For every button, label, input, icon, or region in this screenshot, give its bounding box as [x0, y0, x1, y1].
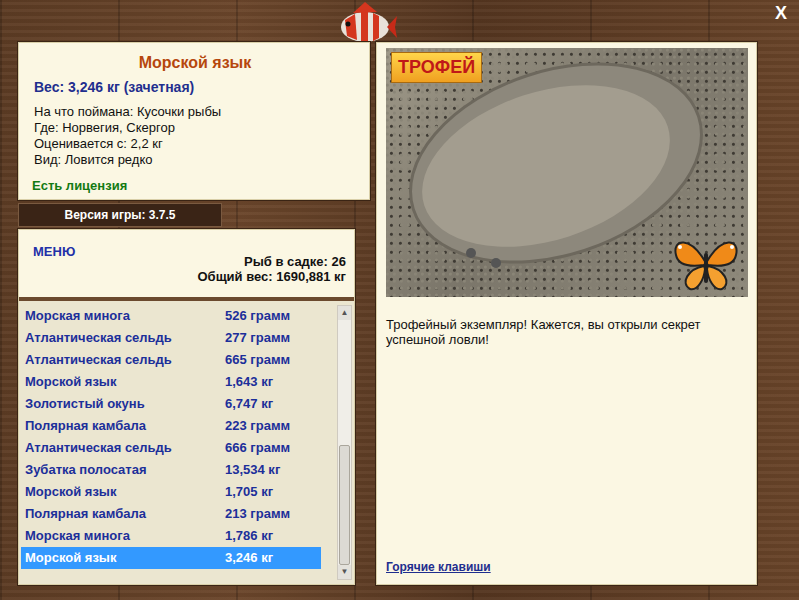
main-area: Морской языкВес: 3,246 кг (зачетная)На ч… — [0, 42, 799, 600]
fish-weight-cell: 6,747 кг — [225, 394, 273, 414]
fish-detail: Вид: Ловится редко — [34, 152, 359, 168]
fish-weight-cell: 1,705 кг — [225, 482, 273, 502]
scroll-down-icon[interactable]: ▼ — [338, 565, 351, 579]
fish-detail: Где: Норвегия, Скергор — [34, 120, 359, 136]
version-label: Версия игры: 3.7.5 — [18, 203, 222, 227]
catch-row[interactable]: Атлантическая сельдь666 грамм — [21, 437, 321, 459]
fish-name-cell: Морской язык — [25, 482, 225, 502]
fish-name-cell: Полярная камбала — [25, 416, 225, 436]
fish-weight-cell: 1,786 кг — [225, 526, 273, 546]
catch-rows: Морская минога526 граммАтлантическая сел… — [21, 305, 321, 580]
catch-row[interactable]: Полярная камбала223 грамм — [21, 415, 321, 437]
scrollbar[interactable]: ▲▼ — [337, 305, 352, 580]
fish-detail: Оценивается с: 2,2 кг — [34, 136, 359, 152]
license-status: Есть лицензия — [32, 176, 359, 196]
catch-row[interactable]: Атлантическая сельдь277 грамм — [21, 327, 321, 349]
fish-weight-cell: 3,246 кг — [225, 548, 273, 568]
fish-name-cell: Морской язык — [25, 548, 225, 568]
catch-row[interactable]: Полярная камбала213 грамм — [21, 503, 321, 525]
catch-row[interactable]: Морской язык3,246 кг — [21, 547, 321, 569]
fish-name-cell: Морской язык — [25, 372, 225, 392]
catch-row[interactable]: Морская минога1,786 кг — [21, 525, 321, 547]
catch-row[interactable]: Золотистый окунь6,747 кг — [21, 393, 321, 415]
butterfly-icon — [670, 233, 742, 293]
summary-line: Общий вес: 1690,881 кг — [197, 269, 346, 284]
fish-logo-icon — [335, 0, 399, 46]
fish-name-cell: Золотистый окунь — [25, 394, 225, 414]
fish-name-cell: Атлантическая сельдь — [25, 438, 225, 458]
fish-weight-cell: 223 грамм — [225, 416, 290, 436]
fish-photo: ТРОФЕЙ — [386, 48, 748, 297]
menu-button[interactable]: МЕНЮ — [33, 242, 75, 262]
catch-summary: МЕНЮ Рыб в садке: 26Общий вес: 1690,881 к… — [19, 230, 354, 297]
catch-row[interactable]: Морской язык1,705 кг — [21, 481, 321, 503]
fish-info-panel: Морской языкВес: 3,246 кг (зачетная) На ч… — [18, 42, 370, 200]
fish-detail: На что поймана: Кусочки рыбы — [34, 104, 359, 120]
summary-line: Рыб в садке: 26 — [197, 254, 346, 269]
fish-weight-cell: 277 грамм — [225, 328, 290, 348]
hotkeys-link[interactable]: Горячие клавиши — [386, 558, 491, 576]
catch-panel: МЕНЮ Рыб в садке: 26Общий вес: 1690,881 к… — [18, 229, 355, 585]
fish-name-cell: Атлантическая сельдь — [25, 328, 225, 348]
trophy-panel: ТРОФЕЙ Трофейный экземпляр! Кажется, вы о… — [376, 42, 757, 585]
trophy-badge: ТРОФЕЙ — [391, 52, 482, 83]
scroll-space — [338, 320, 351, 445]
fish-weight-cell: 13,534 кг — [225, 460, 280, 480]
fish-weight-cell: 666 грамм — [225, 438, 290, 458]
summary-block: Рыб в садке: 26Общий вес: 1690,881 кг — [197, 230, 346, 284]
catch-row[interactable]: Атлантическая сельдь665 грамм — [21, 349, 321, 371]
scroll-track — [338, 320, 351, 565]
fish-name-cell: Зубатка полосатая — [25, 460, 225, 480]
fish-name-cell: Морская минога — [25, 306, 225, 326]
fish-name-cell: Атлантическая сельдь — [25, 350, 225, 370]
title-bar: X — [0, 0, 799, 42]
fish-weight-cell: 526 грамм — [225, 306, 290, 326]
catch-row[interactable]: Зубатка полосатая13,534 кг — [21, 459, 321, 481]
catch-row[interactable]: Морской язык1,643 кг — [21, 371, 321, 393]
catch-list: Морская минога526 граммАтлантическая сел… — [19, 301, 354, 584]
scroll-thumb[interactable] — [339, 445, 350, 565]
trophy-message: Трофейный экземпляр! Кажется, вы открыли… — [386, 317, 748, 347]
close-button[interactable]: X — [775, 0, 799, 22]
fish-name-cell: Полярная камбала — [25, 504, 225, 524]
fish-weight-cell: 1,643 кг — [225, 372, 273, 392]
fish-name: Морской язык — [31, 51, 359, 75]
fish-weight: Вес: 3,246 кг (зачетная) — [34, 77, 359, 98]
catch-row[interactable]: Морская минога526 грамм — [21, 305, 321, 327]
scroll-up-icon[interactable]: ▲ — [338, 306, 351, 320]
fish-weight-cell: 665 грамм — [225, 350, 290, 370]
fish-weight-cell: 213 грамм — [225, 504, 290, 524]
left-column: Морской языкВес: 3,246 кг (зачетная)На ч… — [18, 42, 370, 585]
fish-name-cell: Морская минога — [25, 526, 225, 546]
